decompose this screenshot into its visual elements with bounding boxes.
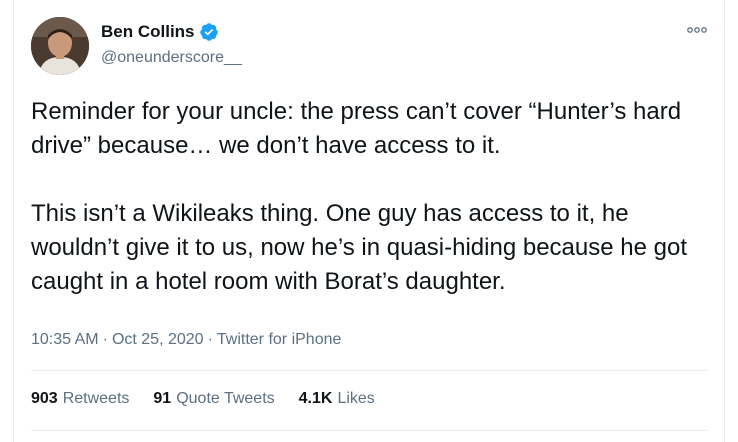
retweets-label: Retweets	[62, 390, 130, 407]
retweets-count: 903	[31, 390, 58, 407]
likes-stat[interactable]: 4.1K Likes	[299, 389, 375, 409]
likes-count: 4.1K	[298, 390, 333, 407]
quote-tweets-stat[interactable]: 91 Quote Tweets	[153, 389, 274, 409]
quote-tweets-count: 91	[153, 390, 172, 407]
tweet-meta: 10:35 AM · Oct 25, 2020 · Twitter for iP…	[31, 330, 341, 350]
tweet-paragraph: Reminder for your uncle: the press can’t…	[31, 98, 682, 159]
divider	[31, 430, 707, 431]
display-name-row: Ben Collins	[101, 21, 219, 43]
tweet-date[interactable]: Oct 25, 2020	[112, 330, 204, 350]
quote-tweets-label: Quote Tweets	[176, 390, 275, 407]
engagement-stats: 903 Retweets 91 Quote Tweets 4.1K Likes	[31, 389, 375, 409]
tweet-time[interactable]: 10:35 AM	[31, 330, 99, 350]
meta-separator: ·	[207, 331, 213, 348]
display-name[interactable]: Ben Collins	[101, 21, 195, 43]
tweet-source[interactable]: Twitter for iPhone	[217, 330, 342, 350]
verified-badge-icon	[199, 23, 218, 41]
avatar-photo	[31, 17, 89, 75]
meta-separator: ·	[102, 331, 108, 348]
likes-label: Likes	[337, 390, 375, 407]
divider	[31, 370, 707, 371]
avatar[interactable]	[31, 17, 89, 75]
more-options-icon[interactable]	[686, 24, 708, 36]
retweets-stat[interactable]: 903 Retweets	[31, 389, 129, 409]
tweet-text: Reminder for your uncle: the press can’t…	[31, 95, 721, 299]
tweet-paragraph: This isn’t a Wikileaks thing. One guy ha…	[31, 200, 687, 295]
tweet-card: Ben Collins @oneunderscore__ Reminder fo…	[13, 0, 725, 442]
user-handle[interactable]: @oneunderscore__	[101, 48, 242, 68]
